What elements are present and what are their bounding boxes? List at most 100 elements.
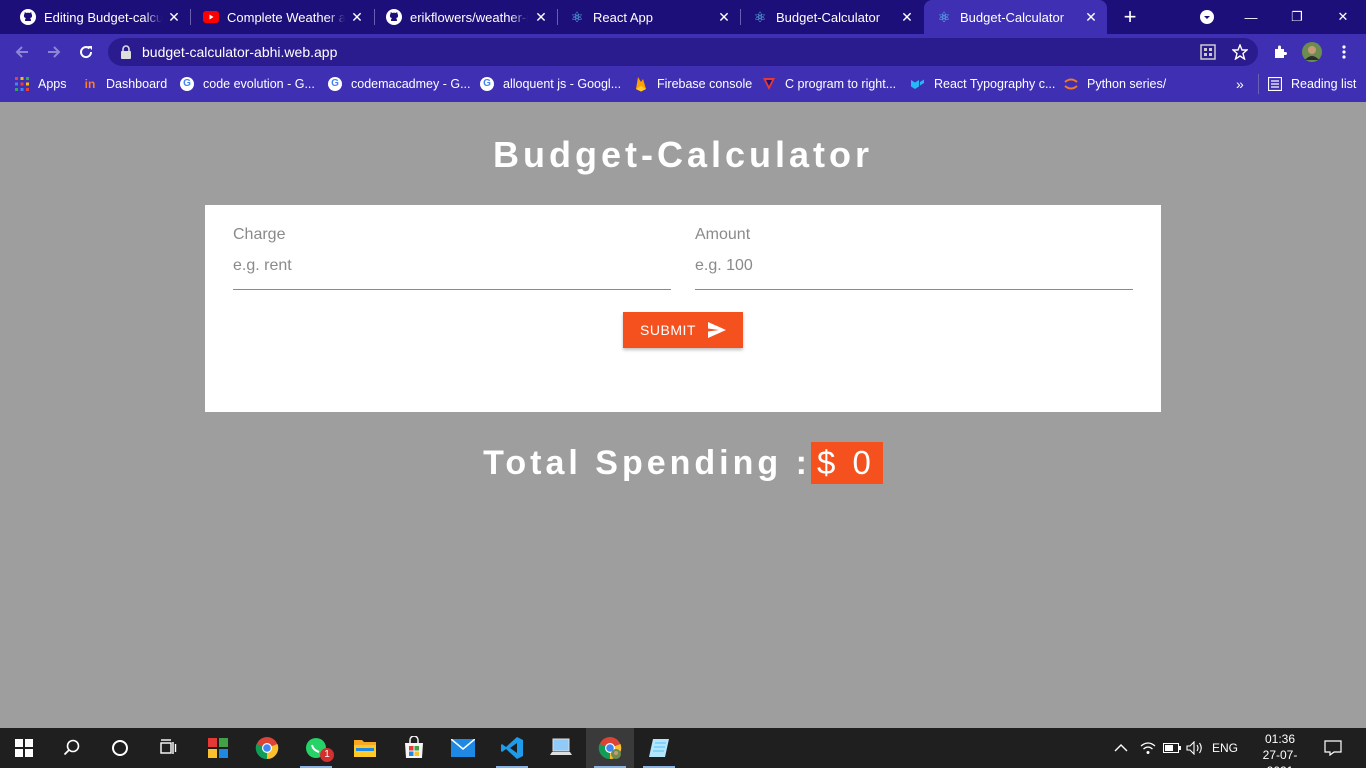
- taskbar-app-chrome-profile[interactable]: [586, 728, 634, 768]
- back-button[interactable]: [10, 40, 34, 64]
- close-icon[interactable]: ✕: [166, 9, 182, 25]
- search-button[interactable]: [48, 728, 96, 768]
- new-tab-button[interactable]: +: [1118, 5, 1142, 29]
- chevron-down-icon: [1200, 10, 1214, 24]
- language-indicator[interactable]: ENG: [1212, 728, 1238, 768]
- close-icon[interactable]: ✕: [1083, 9, 1099, 25]
- reload-icon: [80, 46, 93, 59]
- mui-logo-icon: [910, 76, 926, 92]
- taskbar-app-mail[interactable]: [439, 728, 487, 768]
- bookmark-dashboard[interactable]: in Dashboard: [82, 70, 168, 98]
- github-icon: [386, 9, 402, 25]
- charge-field: Charge: [233, 222, 671, 290]
- avatar[interactable]: [1302, 42, 1322, 62]
- submit-label: SUBMIT: [640, 322, 696, 338]
- close-icon[interactable]: ✕: [899, 9, 915, 25]
- windows-taskbar: 1 ENG 01:36 27-07-2021: [0, 728, 1366, 768]
- show-hidden-icons-button[interactable]: [1114, 728, 1128, 768]
- bookmark-apps[interactable]: Apps: [14, 70, 67, 98]
- minimize-button[interactable]: —: [1228, 0, 1274, 34]
- qr-code-icon[interactable]: [1200, 44, 1216, 60]
- reading-list-button[interactable]: Reading list: [1258, 74, 1356, 94]
- volume-button[interactable]: [1186, 728, 1204, 768]
- bookmark-label: Dashboard: [106, 77, 168, 91]
- chevron-double-right-icon: »: [1236, 76, 1244, 92]
- chrome-icon: [255, 737, 279, 760]
- bookmark-code-evolution[interactable]: code evolution - G...: [179, 70, 315, 98]
- browser-toolbar: budget-calculator-abhi.web.app: [0, 34, 1366, 70]
- battery-icon: [1163, 743, 1181, 753]
- close-icon[interactable]: ✕: [533, 9, 549, 25]
- cortana-button[interactable]: [96, 728, 144, 768]
- kebab-menu-icon[interactable]: [1334, 42, 1354, 62]
- close-window-button[interactable]: ✕: [1320, 0, 1366, 34]
- tab-budget-calculator-active[interactable]: ⚛ Budget-Calculator ✕: [924, 0, 1107, 34]
- bookmark-alloquent-js[interactable]: alloquent js - Googl...: [479, 70, 621, 98]
- chrome-profile-icon: [598, 737, 622, 760]
- submit-button[interactable]: SUBMIT: [623, 312, 743, 348]
- bookmark-react-typography[interactable]: React Typography c...: [910, 70, 1055, 98]
- taskbar-app-file-explorer[interactable]: [341, 728, 389, 768]
- firebase-icon: [633, 76, 649, 92]
- tab-erikflowers-weather-icons[interactable]: erikflowers/weather-ic ✕: [374, 0, 557, 34]
- more-bookmarks-button[interactable]: »: [1236, 70, 1244, 98]
- reading-list-icon: [1267, 76, 1283, 92]
- tab-react-app[interactable]: ⚛ React App ✕: [557, 0, 740, 34]
- windows-logo-icon: [15, 739, 33, 757]
- amount-input[interactable]: [695, 257, 1133, 290]
- store-icon: [405, 736, 423, 758]
- github-icon: [20, 9, 36, 25]
- restore-button[interactable]: ❐: [1274, 0, 1320, 34]
- network-button[interactable]: [1140, 728, 1156, 768]
- close-icon[interactable]: ✕: [716, 9, 732, 25]
- tab-title: Budget-Calculator: [776, 9, 881, 25]
- tab-search-button[interactable]: [1184, 0, 1230, 34]
- tab-title: Editing Budget-calcula: [44, 9, 162, 25]
- tab-editing-budget-calculator[interactable]: Editing Budget-calcula ✕: [0, 0, 190, 34]
- tab-title: erikflowers/weather-ic: [410, 9, 528, 25]
- clock-date: 27-07-2021: [1262, 748, 1298, 768]
- taskbar-app-windows[interactable]: [194, 728, 242, 768]
- arrow-right-icon: [48, 46, 61, 58]
- extensions-icon[interactable]: [1270, 42, 1290, 62]
- charge-input[interactable]: [233, 257, 671, 290]
- taskbar-app-notepad[interactable]: [635, 728, 683, 768]
- close-icon[interactable]: ✕: [349, 9, 365, 25]
- reading-list-label: Reading list: [1291, 77, 1357, 91]
- arrow-left-icon: [15, 46, 28, 58]
- bookmark-firebase-console[interactable]: Firebase console: [633, 70, 752, 98]
- taskbar-app-store[interactable]: [390, 728, 438, 768]
- reload-button[interactable]: [74, 40, 98, 64]
- taskbar-app-whatsapp[interactable]: 1: [292, 728, 340, 768]
- tab-budget-calculator[interactable]: ⚛ Budget-Calculator ✕: [740, 0, 923, 34]
- laptop-icon: [550, 738, 572, 755]
- vscode-icon: [501, 737, 523, 759]
- task-view-button[interactable]: [144, 728, 192, 768]
- address-bar[interactable]: budget-calculator-abhi.web.app: [108, 38, 1258, 66]
- taskbar-app-vscode[interactable]: [488, 728, 536, 768]
- jupyter-icon: [1063, 76, 1079, 92]
- url-text: budget-calculator-abhi.web.app: [142, 44, 338, 60]
- forward-button[interactable]: [42, 40, 66, 64]
- apps-grid-icon: [14, 76, 30, 92]
- bookmark-codemacadmey[interactable]: codemacadmey - G...: [327, 70, 471, 98]
- star-icon[interactable]: [1232, 44, 1248, 60]
- tab-complete-weather-app[interactable]: Complete Weather app ✕: [190, 0, 373, 34]
- colorful-tiles-icon: [208, 738, 228, 758]
- send-icon: [707, 322, 726, 338]
- triangle-logo-icon: [761, 76, 777, 92]
- battery-button[interactable]: [1163, 728, 1181, 768]
- action-center-button[interactable]: [1324, 728, 1342, 768]
- taskbar-app-this-pc[interactable]: [537, 728, 585, 768]
- lock-icon: [121, 45, 131, 59]
- notepad-icon: [649, 739, 669, 757]
- task-view-icon: [160, 739, 177, 754]
- folder-icon: [354, 740, 376, 757]
- chevron-up-icon: [1114, 744, 1128, 752]
- language-label: ENG: [1212, 741, 1239, 755]
- bookmark-python-series[interactable]: Python series/: [1063, 70, 1166, 98]
- start-button[interactable]: [0, 728, 48, 768]
- bookmark-c-program[interactable]: C program to right...: [761, 70, 896, 98]
- taskbar-app-chrome[interactable]: [243, 728, 291, 768]
- system-clock[interactable]: 01:36 27-07-2021: [1252, 731, 1308, 768]
